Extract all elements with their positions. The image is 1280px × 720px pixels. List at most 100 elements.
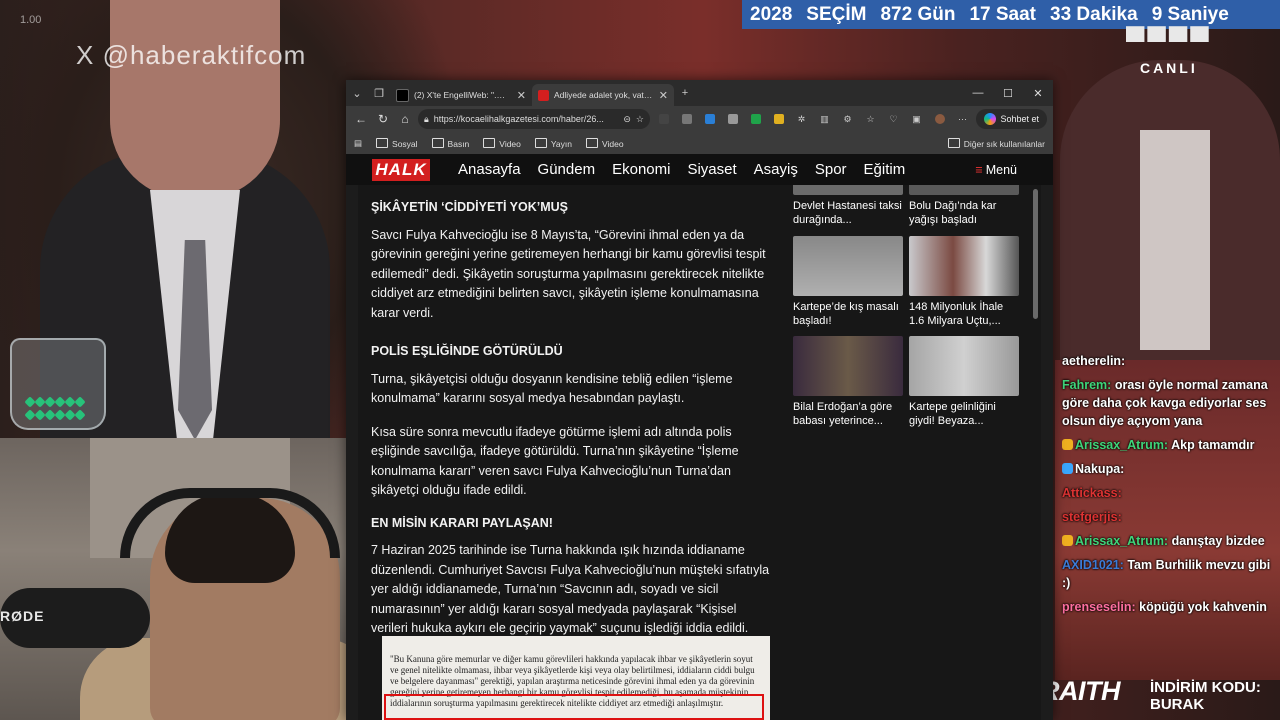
card-thumbnail <box>793 236 903 296</box>
workspaces-icon[interactable]: ❐ <box>368 80 390 106</box>
bookmarks-icon[interactable]: ▤ <box>354 138 362 149</box>
bookmark-folder[interactable]: Video <box>483 137 521 149</box>
article-paragraph: Turna, şikâyetçisi olduğu dosyanın kendi… <box>371 371 733 406</box>
chat-user: Arissax_Atrum: <box>1075 438 1169 452</box>
close-window-icon[interactable]: ✕ <box>1023 80 1053 106</box>
close-tab-icon[interactable]: ✕ <box>517 89 526 102</box>
card-title: Kartepe gelinliğini giydi! Beyaza... <box>909 401 996 427</box>
chat-message: Arissax_Atrum: Akp tamamdır <box>1062 436 1280 454</box>
chat-message: Nakupa: <box>1062 460 1280 478</box>
card-title: Bilal Erdoğan’a göre babası yeterince... <box>793 401 893 427</box>
web-page: HALK Anasayfa Gündem Ekonomi Siyaset Asa… <box>346 154 1053 720</box>
hamburger-icon: ≡ <box>975 162 983 177</box>
bookmarks-bar: ▤ Sosyal Basın Video Yayın Video Diğer s… <box>346 132 1053 155</box>
related-card[interactable]: Devlet Hastanesi taksi durağında... <box>793 185 903 227</box>
refresh-icon[interactable]: ↻ <box>374 112 392 126</box>
tab-title: Adliyede adalet yok, vatandaş sahip <box>554 90 654 100</box>
countdown-days: 872 Gün <box>880 3 956 25</box>
document-scan-image: "Bu Kanuna göre memurlar ve diğer kamu g… <box>382 636 770 720</box>
nav-link-siyaset[interactable]: Siyaset <box>687 161 736 178</box>
chat-text: köpüğü yok kahvenin <box>1139 600 1267 614</box>
nav-link-ekonomi[interactable]: Ekonomi <box>612 161 670 178</box>
extension-icon[interactable] <box>677 110 696 128</box>
new-tab-icon[interactable]: + <box>674 80 696 106</box>
tab-x-engelliweb[interactable]: (2) X'te EngelliWeb: ".@ismailari_" ✕ <box>390 84 532 106</box>
favorites-icon[interactable]: ☆ <box>861 110 880 128</box>
bookmark-folder[interactable]: Yayın <box>534 137 572 149</box>
card-title: Kartepe’de kış masalı başladı! <box>793 301 899 327</box>
bookmark-folder[interactable]: Video <box>586 137 624 149</box>
article-paragraph: Savcı Fulya Kahvecioğlu ise 8 Mayıs’ta, … <box>371 227 766 320</box>
extension-icon[interactable] <box>769 110 788 128</box>
tab-actions-icon[interactable]: ⌄ <box>346 80 368 106</box>
nav-link-spor[interactable]: Spor <box>815 161 847 178</box>
tab-article[interactable]: Adliyede adalet yok, vatandaş sahip ✕ <box>532 84 674 106</box>
url-field[interactable]: 🔒︎ https://kocaelihalkgazetesi.com/haber… <box>418 109 650 129</box>
menu-button[interactable]: ≡ Menü <box>975 163 1017 177</box>
live-label: CANLI <box>1139 60 1198 76</box>
crown-badge-icon <box>1062 439 1073 450</box>
page-content: ŞİKÂYETİN ‘CİDDİYETİ YOK’MUŞ Savcı Fulya… <box>358 185 1041 720</box>
countdown-minutes: 33 Dakika <box>1050 3 1138 25</box>
nav-link-gundem[interactable]: Gündem <box>538 161 596 178</box>
countdown-label: SEÇİM <box>806 3 867 25</box>
related-card[interactable]: 148 Milyonluk İhale 1.6 Milyara Uçtu,... <box>909 236 1019 328</box>
extension-icon[interactable] <box>746 110 765 128</box>
related-card[interactable]: Bilal Erdoğan’a göre babası yeterince... <box>793 336 903 428</box>
chat-user: Attickass: <box>1062 486 1122 500</box>
profile-avatar[interactable] <box>930 110 949 128</box>
countdown-seconds: 9 Saniye <box>1151 3 1229 25</box>
gem-badge-icon <box>1062 463 1073 474</box>
chat-user: stefgerjis: <box>1062 510 1122 524</box>
crown-badge-icon <box>1062 535 1073 546</box>
other-bookmarks[interactable]: Diğer sık kullanılanlar <box>947 137 1045 149</box>
extension-icon[interactable] <box>700 110 719 128</box>
copilot-icon <box>984 113 997 125</box>
x-logo-icon <box>396 88 409 102</box>
channel-watermark: X @haberaktifcom <box>76 40 307 70</box>
chat-user: Fahrem: <box>1062 378 1112 392</box>
home-icon[interactable]: ⌂ <box>396 112 414 126</box>
nav-link-anasayfa[interactable]: Anasayfa <box>458 161 521 178</box>
jar-gems <box>24 396 90 422</box>
nav-link-egitim[interactable]: Eğitim <box>864 161 906 178</box>
collections-icon[interactable]: ▣ <box>907 110 926 128</box>
card-thumbnail <box>909 336 1019 396</box>
headphones <box>120 488 340 558</box>
back-icon[interactable]: ← <box>352 112 370 126</box>
split-screen-icon[interactable]: ▥ <box>815 110 834 128</box>
page-scrollbar[interactable] <box>1033 189 1038 319</box>
card-title: Devlet Hastanesi taksi durağında... <box>793 200 902 226</box>
bookmark-folder[interactable]: Sosyal <box>376 137 418 149</box>
chat-user: Arissax_Atrum: <box>1075 534 1169 548</box>
donation-jar-widget <box>10 338 106 430</box>
settings-icon[interactable]: ⚙ <box>838 110 857 128</box>
related-card[interactable]: Bolu Dağı’nda kar yağışı başladı <box>909 185 1019 227</box>
tab-bar: ⌄ ❐ (2) X'te EngelliWeb: ".@ismailari_" … <box>346 80 1053 106</box>
card-thumbnail <box>793 185 903 195</box>
minimize-icon[interactable]: — <box>963 80 993 106</box>
extension-icon[interactable] <box>654 110 673 128</box>
site-logo[interactable]: HALK <box>372 158 430 181</box>
close-tab-icon[interactable]: ✕ <box>659 89 668 102</box>
nav-link-asayis[interactable]: Asayiş <box>754 161 798 178</box>
chat-button-label: Sohbet et <box>1000 114 1039 124</box>
bookmark-folder[interactable]: Basın <box>431 137 469 149</box>
related-card[interactable]: Kartepe gelinliğini giydi! Beyaza... <box>909 336 1019 428</box>
copilot-chat-button[interactable]: Sohbet et <box>976 109 1047 129</box>
maximize-icon[interactable]: ☐ <box>993 80 1023 106</box>
folder-icon <box>947 137 960 148</box>
folder-icon <box>483 137 496 148</box>
more-menu-icon[interactable]: ⋯ <box>953 110 972 128</box>
extensions-puzzle-icon[interactable]: ✲ <box>792 110 811 128</box>
extension-icon[interactable] <box>723 110 742 128</box>
address-bar-row: ← ↻ ⌂ 🔒︎ https://kocaelihalkgazetesi.com… <box>346 106 1053 132</box>
card-thumbnail <box>909 185 1019 195</box>
related-card[interactable]: Kartepe’de kış masalı başladı! <box>793 236 903 328</box>
site-info-icon[interactable]: ⊝ <box>623 114 631 125</box>
favorite-star-icon[interactable]: ☆ <box>636 114 644 125</box>
section-heading: EN MİSİN KARARI PAYLAŞAN! <box>371 515 553 530</box>
highlight-box <box>384 694 764 720</box>
folder-icon <box>534 137 547 148</box>
health-icon[interactable]: ♡ <box>884 110 903 128</box>
